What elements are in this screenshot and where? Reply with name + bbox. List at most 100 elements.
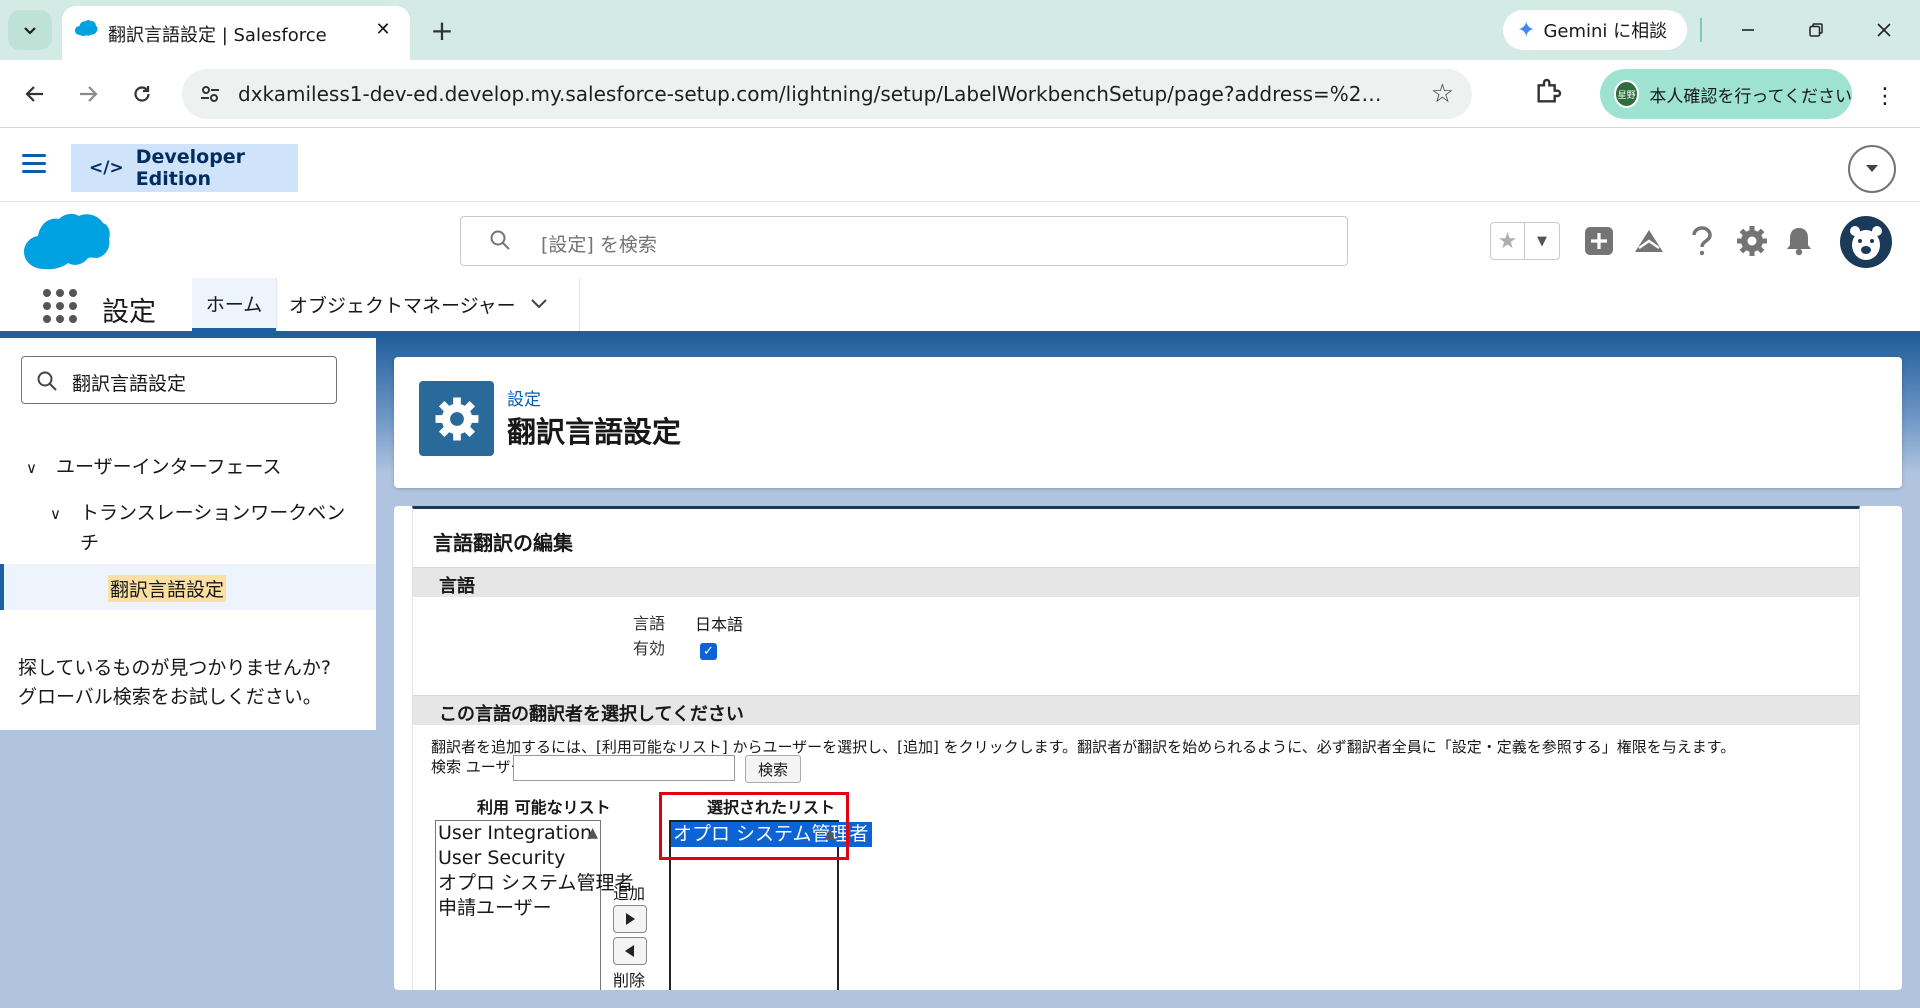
setup-gear-icon (419, 381, 494, 456)
favorites-group: ★ ▼ (1490, 222, 1560, 260)
nav-tab-object-manager[interactable]: オブジェクトマネージャー (276, 278, 580, 331)
trailhead-guidance-icon[interactable] (1630, 222, 1668, 260)
remove-label: 削除 (613, 971, 646, 990)
tree-item-user-interface[interactable]: ∨ ユーザーインターフェース (26, 452, 282, 479)
annotation-highlight-box (659, 792, 849, 860)
user-avatar[interactable] (1840, 216, 1892, 268)
breadcrumb[interactable]: 設定 (507, 385, 541, 410)
salesforce-logo-icon[interactable] (22, 211, 112, 273)
address-url: dxkamiless1-dev-ed.develop.my.salesforce… (238, 82, 1388, 106)
search-user-label: 検索 ユーザー (431, 758, 526, 776)
site-info-icon (201, 86, 219, 102)
arrow-left-icon (25, 86, 43, 102)
hamburger-menu-icon[interactable] (22, 154, 46, 178)
sf-global-search[interactable]: [設定] を検索 (460, 216, 1348, 266)
add-label: 追加 (613, 884, 646, 903)
triangle-right-icon (626, 913, 635, 925)
browser-toolbar: dxkamiless1-dev-ed.develop.my.salesforce… (0, 60, 1920, 128)
gemini-button[interactable]: ✦ Gemini に相談 (1503, 10, 1687, 50)
available-option[interactable]: User Security (436, 846, 600, 871)
extensions-puzzle-icon[interactable] (1532, 76, 1564, 108)
new-tab-button[interactable]: + (424, 12, 460, 48)
close-icon (1877, 23, 1891, 37)
search-user-input[interactable] (513, 755, 735, 781)
search-icon (37, 371, 57, 391)
reload-button[interactable] (122, 74, 162, 114)
profile-button[interactable]: 星野 本人確認を行ってください (1600, 69, 1852, 119)
minimize-icon (1742, 29, 1754, 31)
window-minimize-button[interactable] (1720, 8, 1776, 52)
help-text-line-2: グローバル検索をお試しください。 (18, 686, 322, 708)
forward-button[interactable] (68, 74, 108, 114)
chevron-down-icon (24, 27, 36, 35)
gemini-label: Gemini に相談 (1543, 21, 1668, 42)
chevron-down-icon[interactable]: ∨ (26, 459, 46, 477)
code-icon: </> (89, 158, 124, 178)
field-label-language: 言語 (633, 614, 666, 633)
block-title: 言語翻訳の編集 (433, 531, 573, 555)
chevron-down-icon[interactable]: ∨ (50, 505, 70, 523)
favorite-star-button[interactable]: ★ (1491, 223, 1525, 259)
gemini-sparkle-icon: ✦ (1517, 17, 1536, 43)
user-avatar-bear-icon (1850, 226, 1882, 260)
salesforce-favicon-icon (75, 20, 98, 36)
page-header: 設定 翻訳言語設定 (394, 357, 1902, 488)
search-placeholder: [設定] を検索 (541, 234, 657, 256)
tab-close-icon[interactable]: ✕ (370, 16, 396, 42)
available-option[interactable]: User Integration (436, 821, 600, 846)
main-panel: 言語翻訳の編集 言語 言語 日本語 有効 ✓ この言語の翻訳者を選択してください… (394, 506, 1902, 990)
available-list-header: 利用 可能なリスト (477, 798, 611, 817)
sf-top-dropdown-button[interactable] (1848, 145, 1896, 193)
available-listbox[interactable]: User Integration User Security オプロ システム管… (435, 820, 633, 990)
tabbar-separator (1700, 18, 1702, 42)
section-header-translators: この言語の翻訳者を選択してください (413, 695, 1859, 725)
tab-title: 翻訳言語設定 | Salesforce (108, 25, 327, 46)
browser-menu-kebab-icon[interactable]: ⋮ (1870, 76, 1900, 116)
sidebar-help-text: 探しているものが見つかりませんか? グローバル検索をお試しください。 (18, 654, 331, 712)
sf-global-header: [設定] を検索 ★ ▼ (0, 202, 1920, 278)
setup-gear-icon[interactable] (1733, 222, 1771, 260)
available-option[interactable]: 申請ユーザー (436, 896, 600, 921)
active-checkbox[interactable]: ✓ (700, 643, 717, 660)
page-title: 翻訳言語設定 (507, 415, 682, 449)
caret-down-icon (1866, 165, 1878, 172)
back-button[interactable] (15, 74, 55, 114)
global-actions-add-icon[interactable] (1580, 222, 1618, 260)
help-question-icon[interactable] (1683, 222, 1721, 260)
nav-tab-home[interactable]: ホーム (192, 278, 276, 331)
reload-icon (134, 86, 150, 102)
tree-item-translation-workbench-wrap[interactable]: チ (80, 528, 99, 555)
restore-icon (1809, 23, 1823, 37)
profile-avatar-icon: 星野 (1614, 80, 1640, 108)
sf-top-bar: </> Developer Edition (0, 128, 1920, 202)
section-header-language: 言語 (413, 567, 1859, 597)
window-close-button[interactable] (1856, 8, 1912, 52)
search-button[interactable]: 検索 (745, 755, 801, 783)
favorites-list-button[interactable]: ▼ (1525, 223, 1559, 259)
quick-find-input[interactable]: 翻訳言語設定 (21, 356, 337, 404)
window-restore-button[interactable] (1788, 8, 1844, 52)
tree-item-translation-language-settings[interactable]: 翻訳言語設定 (0, 564, 376, 610)
search-icon (490, 230, 510, 250)
browser-tab-bar: 翻訳言語設定 | Salesforce ✕ + ✦ Gemini に相談 (0, 0, 1920, 60)
developer-edition-badge[interactable]: </> Developer Edition (71, 144, 298, 192)
remove-button[interactable] (613, 937, 647, 965)
tab-search-button[interactable] (8, 10, 52, 50)
profile-label: 本人確認を行ってください (1649, 86, 1852, 107)
tree-item-translation-workbench[interactable]: ∨ トランスレーションワークベン (50, 498, 345, 525)
edition-label: Developer Edition (135, 146, 246, 190)
arrow-right-icon (80, 86, 98, 102)
field-label-active: 有効 (633, 639, 666, 658)
omnibox[interactable]: dxkamiless1-dev-ed.develop.my.salesforce… (182, 69, 1472, 119)
notifications-bell-icon[interactable] (1780, 222, 1818, 260)
app-name: 設定 (102, 297, 156, 328)
chevron-down-icon[interactable] (530, 295, 548, 314)
translator-description: 翻訳者を追加するには、[利用可能なリスト] からユーザーを選択し、[追加] をク… (431, 738, 1736, 756)
available-option[interactable]: オプロ システム管理者 (436, 871, 633, 896)
bookmark-star-icon[interactable]: ☆ (1431, 79, 1454, 109)
app-launcher-waffle-icon[interactable] (43, 289, 77, 323)
add-button[interactable] (613, 905, 647, 933)
scroll-up-icon[interactable]: ▲ (587, 825, 598, 841)
browser-tab-active[interactable]: 翻訳言語設定 | Salesforce ✕ (62, 6, 410, 60)
field-value-language: 日本語 (695, 615, 744, 634)
